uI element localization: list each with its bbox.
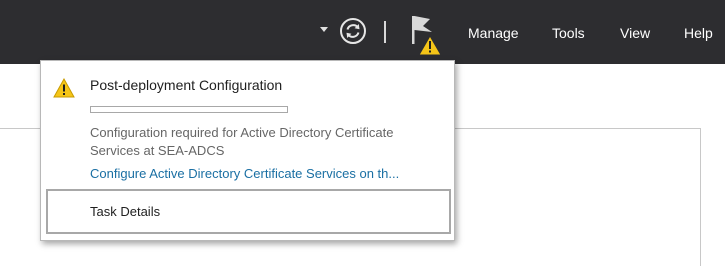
flag-warning-icon[interactable] (408, 14, 452, 58)
progress-bar (90, 106, 288, 113)
chevron-down-icon[interactable] (320, 27, 328, 32)
notification-description: Configuration required for Active Direct… (90, 125, 394, 158)
content-panel-border (700, 128, 701, 266)
menu-tools[interactable]: Tools (552, 25, 585, 41)
menu-help[interactable]: Help (684, 25, 713, 41)
configure-adcs-link[interactable]: Configure Active Directory Certificate S… (90, 166, 399, 181)
title-bar: Manage Tools View Help (0, 0, 725, 64)
menu-manage[interactable]: Manage (468, 25, 519, 41)
notification-popup: Post-deployment Configuration Configurat… (40, 60, 455, 241)
notification-title: Post-deployment Configuration (90, 77, 283, 93)
refresh-icon[interactable] (339, 17, 367, 45)
menu-view[interactable]: View (620, 25, 650, 41)
task-details-button[interactable]: Task Details (46, 189, 451, 234)
task-details-label: Task Details (90, 204, 161, 219)
toolbar-separator (384, 21, 386, 43)
warning-icon (53, 78, 75, 98)
